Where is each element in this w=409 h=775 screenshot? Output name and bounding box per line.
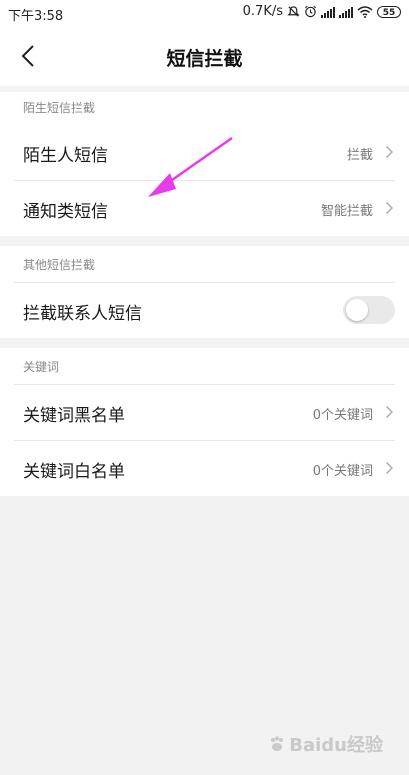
- watermark-text: Baidu经验: [289, 735, 383, 756]
- chevron-right-icon: [386, 462, 393, 474]
- chevron-right-icon: [386, 406, 393, 418]
- row-label: 关键词白名单: [23, 462, 125, 482]
- section-header-other-sms: 其他短信拦截: [0, 246, 409, 282]
- row-value: 0个关键词: [312, 408, 373, 423]
- mute-icon: [287, 6, 300, 17]
- row-label: 关键词黑名单: [23, 406, 125, 426]
- annotation-arrow-icon: [148, 136, 233, 197]
- row-label: 拦截联系人短信: [23, 304, 142, 324]
- toggle-knob: [346, 299, 368, 321]
- baidu-watermark: Baidu经验: [268, 731, 383, 757]
- chevron-right-icon: [386, 146, 393, 158]
- row-label: 通知类短信: [23, 202, 108, 222]
- section-header-keywords: 关键词: [0, 348, 409, 384]
- row-label: 陌生人短信: [23, 146, 108, 166]
- paw-icon: [271, 736, 284, 751]
- signal-icon-2: [339, 6, 353, 18]
- signal-icon: [321, 6, 335, 18]
- chevron-right-icon: [386, 202, 393, 214]
- row-keyword-blacklist[interactable]: 关键词黑名单 0个关键词: [0, 384, 409, 440]
- row-block-contact-sms[interactable]: 拦截联系人短信: [0, 282, 409, 338]
- navigation-bar: 短信拦截: [0, 26, 409, 86]
- status-time: 下午3:58: [8, 9, 64, 24]
- alarm-icon: [305, 5, 316, 18]
- row-value: 拦截: [346, 148, 373, 163]
- row-keyword-whitelist[interactable]: 关键词白名单 0个关键词: [0, 440, 409, 496]
- row-value: 智能拦截: [320, 204, 373, 219]
- row-value: 0个关键词: [312, 464, 373, 479]
- status-bar: 下午3:58 0.7K/s 55: [0, 0, 409, 26]
- block-contact-sms-toggle[interactable]: [343, 296, 395, 324]
- battery-icon: 55: [377, 5, 401, 18]
- network-speed: 0.7K/s: [242, 4, 283, 19]
- status-icons: 0.7K/s 55: [243, 4, 401, 19]
- wifi-icon: [357, 5, 373, 18]
- page-title: 短信拦截: [166, 48, 243, 70]
- section-header-stranger-sms: 陌生短信拦截: [0, 92, 409, 124]
